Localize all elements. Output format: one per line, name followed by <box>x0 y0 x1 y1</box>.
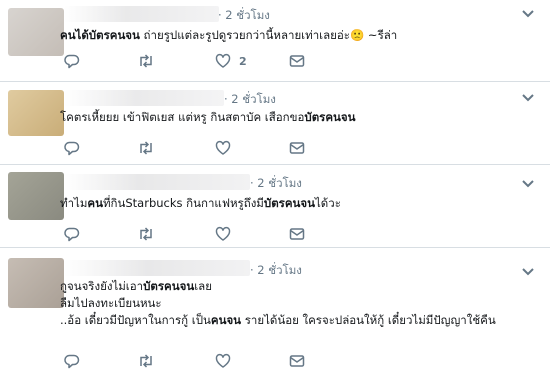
tweet-actions <box>64 225 364 245</box>
tweet-text-line: ทำไมคนที่กินStarbucks กินกาแฟหรูถึงมีบัต… <box>60 195 341 212</box>
tweet[interactable]: · 2 ชั่วโมง คนได้บัตรคนจน ถ่ายรูปแต่ละรู… <box>0 0 550 82</box>
retweet-icon <box>137 226 155 242</box>
avatar[interactable] <box>8 258 64 308</box>
display-name-blurred[interactable] <box>64 6 219 22</box>
retweet-button[interactable] <box>137 139 155 157</box>
text-segment: ทำไม <box>60 196 88 210</box>
text-segment: ~รีล่า <box>364 28 398 42</box>
text-segment: รายได้น้อย ใครจะปล่อนให้กู้ เดี๋ยวไม่มีป… <box>241 313 496 327</box>
tweet[interactable]: · 2 ชั่วโมง โคตรเหี้ยยย เข้าฟิตเยส แต่หร… <box>0 82 550 165</box>
retweet-button[interactable] <box>137 225 155 243</box>
display-name-blurred[interactable] <box>64 90 224 106</box>
heart-icon <box>215 226 231 242</box>
text-segment: ถ่ายรูปแต่ละรูปดูรวยกว่านี้หลายเท่าเลยอ่… <box>139 28 350 42</box>
avatar[interactable] <box>8 172 64 220</box>
direct-message-button[interactable] <box>289 139 305 157</box>
text-segment: โคตรเหี้ยยย เข้าฟิตเยส แต่หรู กินสตาบัค … <box>60 110 305 124</box>
reply-button[interactable] <box>64 225 80 243</box>
tweet-text-line: ลืมไปลงทะเบียนหนะ <box>60 295 496 312</box>
tweet-actions: 2 <box>64 52 364 72</box>
envelope-icon <box>289 353 305 369</box>
heart-icon <box>215 53 231 69</box>
heart-icon <box>215 353 231 369</box>
text-segment: 🙁 <box>349 28 365 42</box>
reply-icon <box>64 140 80 156</box>
display-name-blurred[interactable] <box>64 260 250 276</box>
like-button[interactable] <box>215 225 231 243</box>
text-segment: ที่กินStarbucks กินกาแฟหรูถึงมี <box>102 196 264 210</box>
direct-message-button[interactable] <box>289 225 305 243</box>
envelope-icon <box>289 53 305 69</box>
tweet-text: ทำไมคนที่กินStarbucks กินกาแฟหรูถึงมีบัต… <box>60 195 341 212</box>
display-name-blurred[interactable] <box>64 174 250 190</box>
highlighted-keyword: บัตรคนจน <box>304 110 356 124</box>
tweet-timestamp[interactable]: · 2 ชั่วโมง <box>250 175 302 193</box>
like-count: 2 <box>239 54 247 68</box>
chevron-down-icon[interactable] <box>520 178 536 190</box>
reply-button[interactable] <box>64 139 80 157</box>
like-button[interactable]: 2 <box>215 52 247 70</box>
tweet-text: กูจนจริงยังไม่เอาบัตรคนจนเลย ลืมไปลงทะเบี… <box>60 278 496 329</box>
reply-button[interactable] <box>64 352 80 370</box>
retweet-icon <box>137 53 155 69</box>
highlighted-keyword: บัตรคนจน <box>143 279 195 293</box>
retweet-icon <box>137 353 155 369</box>
chevron-down-icon[interactable] <box>520 8 536 20</box>
text-segment: ..อ้อ เดี๋ยวมีปัญหาในการกู้ เป็น <box>60 313 211 327</box>
retweet-button[interactable] <box>137 52 155 70</box>
chevron-down-icon[interactable] <box>520 266 536 278</box>
retweet-button[interactable] <box>137 352 155 370</box>
highlighted-keyword: คนได้บัตรคนจน <box>60 28 140 42</box>
reply-icon <box>64 53 80 69</box>
chevron-down-icon[interactable] <box>520 92 536 104</box>
tweet-text-line: คนได้บัตรคนจน ถ่ายรูปแต่ละรูปดูรวยกว่านี… <box>60 27 397 44</box>
retweet-icon <box>137 140 155 156</box>
tweet-timestamp[interactable]: · 2 ชั่วโมง <box>224 91 276 109</box>
tweet-actions <box>64 139 364 159</box>
tweet-timestamp[interactable]: · 2 ชั่วโมง <box>218 7 270 25</box>
tweet-actions <box>64 352 364 372</box>
like-button[interactable] <box>215 139 231 157</box>
tweet-text: โคตรเหี้ยยย เข้าฟิตเยส แต่หรู กินสตาบัค … <box>60 109 356 126</box>
highlighted-keyword: คน <box>87 196 103 210</box>
like-button[interactable] <box>215 352 231 370</box>
tweet[interactable]: · 2 ชั่วโมง ทำไมคนที่กินStarbucks กินกาแ… <box>0 165 550 248</box>
tweet-feed: · 2 ชั่วโมง คนได้บัตรคนจน ถ่ายรูปแต่ละรู… <box>0 0 550 378</box>
reply-icon <box>64 353 80 369</box>
tweet-text: คนได้บัตรคนจน ถ่ายรูปแต่ละรูปดูรวยกว่านี… <box>60 27 397 44</box>
envelope-icon <box>289 140 305 156</box>
text-segment: ลืมไปลงทะเบียนหนะ <box>60 296 162 310</box>
tweet-text-line: ..อ้อ เดี๋ยวมีปัญหาในการกู้ เป็นคนจน ราย… <box>60 312 496 329</box>
direct-message-button[interactable] <box>289 352 305 370</box>
heart-icon <box>215 140 231 156</box>
avatar[interactable] <box>8 90 64 136</box>
highlighted-keyword: บัตรคนจน <box>263 196 315 210</box>
avatar[interactable] <box>8 8 64 56</box>
tweet-text-line: โคตรเหี้ยยย เข้าฟิตเยส แต่หรู กินสตาบัค … <box>60 109 356 126</box>
reply-button[interactable] <box>64 52 80 70</box>
direct-message-button[interactable] <box>289 52 305 70</box>
reply-icon <box>64 226 80 242</box>
tweet[interactable]: · 2 ชั่วโมง กูจนจริงยังไม่เอาบัตรคนจนเลย… <box>0 248 550 378</box>
highlighted-keyword: คนจน <box>210 313 242 327</box>
tweet-text-line: กูจนจริงยังไม่เอาบัตรคนจนเลย <box>60 278 496 295</box>
text-segment: ได้วะ <box>315 196 341 210</box>
text-segment: กูจนจริงยังไม่เอา <box>60 279 144 293</box>
envelope-icon <box>289 226 305 242</box>
text-segment: เลย <box>194 279 212 293</box>
